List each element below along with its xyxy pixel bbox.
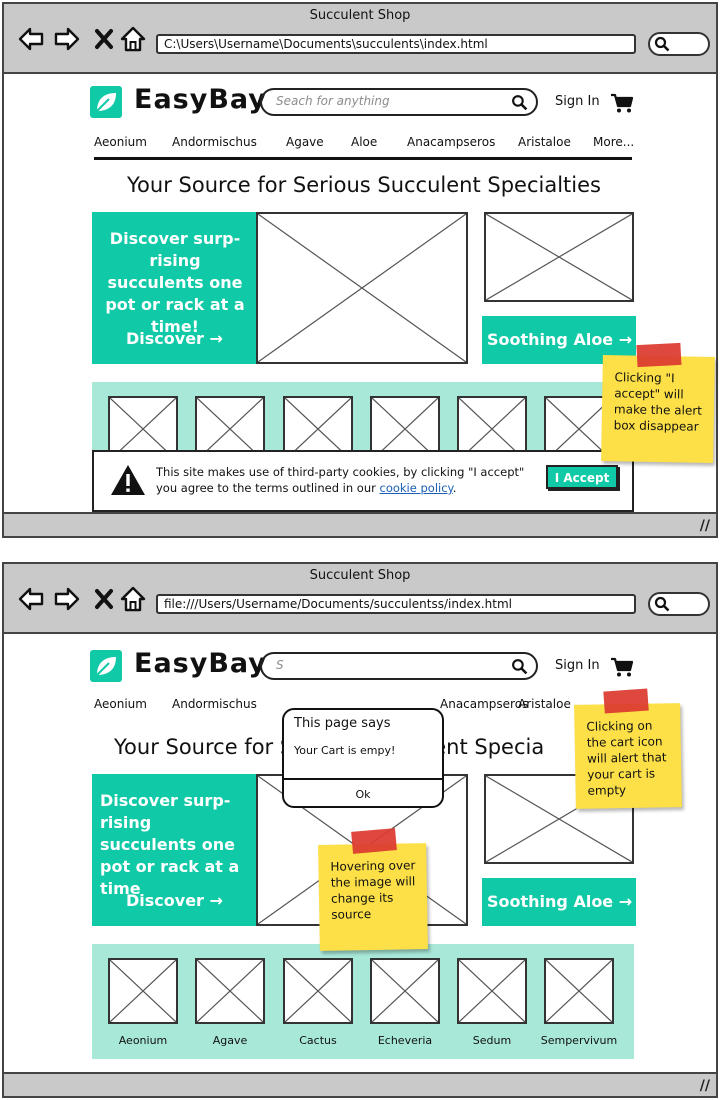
sticky-note-text: Clicking "I accept" will make the alert … <box>613 370 703 434</box>
browser-window-cart-alert: Succulent Shop file:///Users/Username/Do… <box>2 562 718 1098</box>
browser-chrome: Succulent Shop C:\Users\Username\Documen… <box>4 4 716 74</box>
cookie-text-end: . <box>452 481 457 495</box>
browser-search-field[interactable] <box>648 32 710 56</box>
forward-arrow-icon[interactable] <box>54 586 80 612</box>
sticky-note-hover: Hovering over the image will change its … <box>318 828 428 951</box>
category-aloe[interactable]: Aloe <box>351 135 377 149</box>
sign-in-link[interactable]: Sign In <box>555 94 600 109</box>
alert-ok-button[interactable]: Ok <box>284 788 442 801</box>
side-image-placeholder <box>484 212 634 302</box>
close-icon[interactable] <box>92 26 118 52</box>
category-thumbnail-strip: Aeonium Agave Cactus Echeveria Sedum Sem… <box>92 944 634 1059</box>
thumbnail-label: Sedum <box>472 1034 512 1047</box>
promo-text: Discover surp-rising succulents one pot … <box>100 791 240 898</box>
leaf-logo-icon[interactable] <box>90 86 122 118</box>
discover-button[interactable]: Discover → <box>126 891 223 910</box>
resize-handle-icon[interactable]: // <box>700 518 710 534</box>
category-anacampseros[interactable]: Anacampseros <box>440 697 528 711</box>
accept-cookies-button[interactable]: I Accept <box>546 465 618 489</box>
brand-name[interactable]: EasyBay <box>134 648 267 679</box>
forward-arrow-icon[interactable] <box>54 26 80 52</box>
search-icon[interactable] <box>511 94 528 111</box>
sticky-note-text: Hovering over the image will change its … <box>330 858 416 922</box>
promo-panel: Discover surp-rising succulents one pot … <box>92 774 256 926</box>
close-icon[interactable] <box>92 586 118 612</box>
alert-title: This page says <box>294 716 391 731</box>
search-icon <box>654 596 670 612</box>
sticky-note-accept: Clicking "I accept" will make the alert … <box>601 342 715 463</box>
discover-button[interactable]: Discover → <box>126 329 223 348</box>
category-agave[interactable]: Agave <box>286 135 324 149</box>
alert-divider <box>284 778 442 780</box>
cart-icon[interactable] <box>610 656 634 678</box>
thumbnail-label: Cactus <box>299 1034 337 1047</box>
sign-in-link[interactable]: Sign In <box>555 658 600 673</box>
category-anacampseros[interactable]: Anacampseros <box>407 135 495 149</box>
site-search-input[interactable]: S <box>260 652 538 680</box>
status-bar: // <box>4 512 716 536</box>
resize-handle-icon[interactable]: // <box>700 1078 710 1094</box>
category-andormischus[interactable]: Andormischus <box>172 135 257 149</box>
back-arrow-icon[interactable] <box>18 586 44 612</box>
hero-image-placeholder <box>256 212 468 364</box>
tape-strip <box>603 688 649 714</box>
search-placeholder: Seach for anything <box>276 94 390 108</box>
category-aristaloe[interactable]: Aristaloe <box>518 697 571 711</box>
sticky-note-cart: Clicking on the cart icon will alert tha… <box>574 688 682 809</box>
category-aeonium[interactable]: Aeonium <box>94 135 147 149</box>
page-content: EasyBay S Sign In Aeonium Andormischus A… <box>4 634 716 1074</box>
cookie-banner: This site makes use of third-party cooki… <box>92 450 634 512</box>
cart-alert-dialog: This page says Your Cart is empy! Ok <box>282 708 444 808</box>
status-bar: // <box>4 1072 716 1096</box>
thumbnail-agave[interactable] <box>195 958 265 1024</box>
thumbnail-sedum[interactable] <box>457 958 527 1024</box>
browser-window-cookie-banner: Succulent Shop C:\Users\Username\Documen… <box>2 2 718 538</box>
home-icon[interactable] <box>120 26 146 52</box>
page-tagline: Your Source for Serious Succulent Specia… <box>127 173 601 197</box>
menu-divider <box>94 157 632 160</box>
category-more[interactable]: More... <box>593 135 634 149</box>
home-icon[interactable] <box>120 586 146 612</box>
warning-icon <box>111 465 145 495</box>
leaf-logo-icon[interactable] <box>90 650 122 682</box>
window-title: Succulent Shop <box>309 8 411 23</box>
cart-icon[interactable] <box>610 92 634 114</box>
sticky-note-text: Clicking on the cart icon will alert tha… <box>586 718 667 798</box>
browser-search-field[interactable] <box>648 592 710 616</box>
cookie-text: This site makes use of third-party cooki… <box>156 465 525 495</box>
brand-name[interactable]: EasyBay <box>134 84 267 115</box>
search-placeholder: S <box>276 658 284 672</box>
promo-text: Discover surp-rising succulents one pot … <box>105 229 245 336</box>
site-search-input[interactable]: Seach for anything <box>260 88 538 116</box>
category-aristaloe[interactable]: Aristaloe <box>518 135 571 149</box>
address-bar[interactable]: C:\Users\Username\Documents\succulents\i… <box>156 34 636 54</box>
thumbnail-cactus[interactable] <box>283 958 353 1024</box>
thumbnail-sempervivum[interactable] <box>544 958 614 1024</box>
browser-chrome: Succulent Shop file:///Users/Username/Do… <box>4 564 716 634</box>
window-title: Succulent Shop <box>309 568 411 583</box>
cookie-policy-link[interactable]: cookie policy <box>380 481 453 495</box>
search-icon[interactable] <box>511 658 528 675</box>
page-content: EasyBay Seach for anything Sign In Aeoni… <box>4 74 716 514</box>
thumbnail-echeveria[interactable] <box>370 958 440 1024</box>
thumbnail-label: Agave <box>212 1034 248 1047</box>
tape-strip <box>636 342 682 368</box>
category-aeonium[interactable]: Aeonium <box>94 697 147 711</box>
thumbnail-label: Echeveria <box>377 1034 433 1047</box>
category-andormischus[interactable]: Andormischus <box>172 697 257 711</box>
search-icon <box>654 36 670 52</box>
thumbnail-aeonium[interactable] <box>108 958 178 1024</box>
back-arrow-icon[interactable] <box>18 26 44 52</box>
soothing-aloe-button[interactable]: Soothing Aloe → <box>482 878 636 926</box>
tape-strip <box>351 828 397 854</box>
thumbnail-label: Aeonium <box>118 1034 168 1047</box>
cookie-message: This site makes use of third-party cooki… <box>156 464 546 496</box>
thumbnail-label: Sempervivum <box>540 1034 618 1047</box>
alert-message: Your Cart is empy! <box>294 744 396 757</box>
promo-panel: Discover surp-rising succulents one pot … <box>92 212 256 364</box>
address-bar[interactable]: file:///Users/Username/Documents/succule… <box>156 594 636 614</box>
